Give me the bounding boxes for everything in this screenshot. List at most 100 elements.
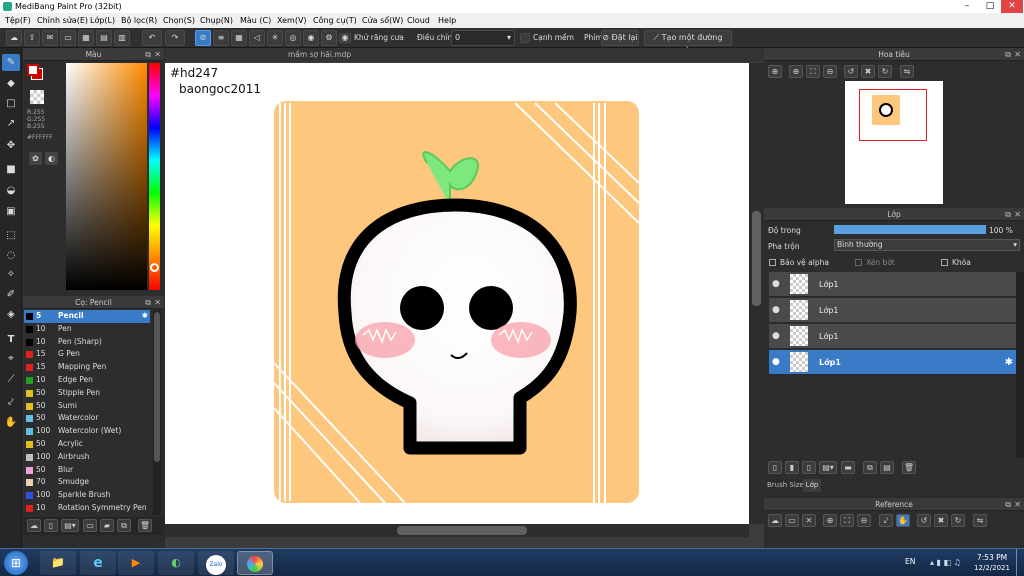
palette-icon[interactable]: ✿ — [29, 152, 42, 165]
panel-close-icon[interactable]: ✕ — [1014, 208, 1021, 221]
menu-edit[interactable]: Chỉnh sửa(E) — [37, 13, 88, 28]
open-folder-icon[interactable]: ▭ — [785, 514, 799, 527]
zoom-out-icon[interactable]: ⊖ — [823, 65, 837, 78]
snap-grid-icon[interactable]: ▦ — [231, 30, 247, 46]
zoom-in-icon[interactable]: ⊕ — [823, 514, 837, 527]
panel-close-icon[interactable]: ✕ — [1014, 498, 1021, 511]
snap-perspective-icon[interactable]: ◁ — [249, 30, 265, 46]
snap-circle-icon[interactable]: ◎ — [285, 30, 301, 46]
tab-layer[interactable]: Lớp — [803, 479, 821, 492]
merge-down-icon[interactable]: ▤ — [880, 461, 894, 474]
hue-slider[interactable] — [149, 63, 160, 290]
close-button[interactable]: ✕ — [1001, 0, 1023, 13]
magic-wand-icon[interactable]: ✧ — [2, 266, 20, 283]
snap-off-icon[interactable]: ⊘ — [195, 30, 211, 46]
tab-brush-size[interactable]: Brush Size — [767, 481, 804, 489]
clock-time[interactable]: 7:53 PM — [975, 553, 1009, 562]
brush-item[interactable]: 10 Pen (Sharp) — [24, 336, 150, 349]
select-dotted-icon[interactable]: ⬚ — [2, 227, 20, 244]
brush-item[interactable]: 100 Sparkle Brush — [24, 489, 150, 502]
export-brush-icon[interactable]: ▰ — [100, 519, 114, 532]
save-icon[interactable]: ▤ — [96, 30, 112, 46]
blend-mode-select[interactable]: Bình thường ▾ — [834, 239, 1020, 251]
color-history-icon[interactable]: ◐ — [45, 152, 58, 165]
brush-item[interactable]: 50 Stipple Pen — [24, 387, 150, 400]
open-icon[interactable]: ▥ — [114, 30, 130, 46]
undo-icon[interactable]: ↶ — [142, 30, 162, 46]
move-tool-icon[interactable]: ✥ — [2, 137, 20, 154]
rotate-left-icon[interactable]: ↺ — [917, 514, 931, 527]
clipping-checkbox[interactable] — [855, 259, 862, 266]
brush-item[interactable]: 50 Blur — [24, 464, 150, 477]
menu-filter[interactable]: Bộ lọc(R) — [121, 13, 157, 28]
media-player-icon[interactable]: ▶ — [118, 551, 154, 575]
new-layer-icon[interactable]: ▯ — [768, 461, 782, 474]
menu-file[interactable]: Tệp(F) — [5, 13, 31, 28]
eye-icon[interactable]: ● — [772, 272, 780, 297]
navigator-preview[interactable] — [845, 81, 943, 204]
zoom-out-icon[interactable]: ⊖ — [857, 514, 871, 527]
zoom-in-icon[interactable]: ⊕ — [789, 65, 803, 78]
layer-scrollbar[interactable] — [1016, 272, 1024, 458]
layer-row[interactable]: ● Lớp1 — [769, 272, 1016, 297]
panel-close-icon[interactable]: ✕ — [154, 48, 161, 61]
undock-icon[interactable]: ⧉ — [1005, 208, 1011, 221]
show-desktop-button[interactable] — [1016, 549, 1024, 576]
eye-icon[interactable]: ● — [772, 324, 780, 349]
brush-item[interactable]: 50 Acrylic — [24, 438, 150, 451]
protect-alpha-checkbox[interactable] — [769, 259, 776, 266]
rect-select-icon[interactable]: □ — [2, 95, 20, 112]
hue-slider-handle[interactable] — [150, 263, 159, 272]
horizontal-scrollbar[interactable] — [165, 524, 749, 537]
pen-tool-icon[interactable]: ✎ — [2, 54, 20, 71]
text-tool-icon[interactable]: T — [2, 331, 20, 348]
maximize-button[interactable]: □ — [979, 0, 1001, 13]
chat-icon[interactable]: ✉ — [42, 30, 58, 46]
menu-help[interactable]: Help — [438, 13, 456, 28]
fill-rect-icon[interactable]: ■ — [2, 161, 20, 178]
scrollbar-thumb[interactable] — [397, 526, 527, 535]
brush-list-scrollbar[interactable] — [153, 310, 161, 515]
snap-curve-icon[interactable]: ◉ — [303, 30, 319, 46]
undock-icon[interactable]: ⧉ — [1005, 498, 1011, 511]
eyedropper-icon[interactable]: ⤦ — [2, 394, 20, 411]
bucket-icon[interactable]: ◒ — [2, 182, 20, 199]
ie-icon[interactable]: e — [80, 551, 116, 575]
vertical-scrollbar[interactable] — [749, 63, 764, 524]
fit-icon[interactable]: ⛶ — [806, 65, 820, 78]
brush-item[interactable]: 10 Rotation Symmetry Pen — [24, 502, 150, 515]
document-tab[interactable]: mầm sợ hãi.mdp — [288, 48, 351, 62]
new-file-icon[interactable]: ▭ — [60, 30, 76, 46]
menu-window[interactable]: Cửa sổ(W) — [362, 13, 403, 28]
panel-close-icon[interactable]: ✕ — [154, 296, 161, 309]
brush-item[interactable]: 50 Watercolor — [24, 412, 150, 425]
straight-line-button[interactable]: ⟋ Tạo một đường thẳng — [644, 30, 732, 56]
layer-row[interactable]: ● Lớp1 — [769, 298, 1016, 323]
lasso-icon[interactable]: ◌ — [2, 247, 20, 264]
language-indicator[interactable]: EN — [905, 557, 915, 566]
antialias-checkbox[interactable]: ◉ — [339, 33, 351, 43]
menu-layer[interactable]: Lớp(L) — [90, 13, 115, 28]
trash-icon[interactable]: 🗑 — [138, 519, 152, 532]
gear-icon[interactable]: ✱ — [1005, 350, 1013, 375]
reset-view-icon[interactable]: ✖ — [861, 65, 875, 78]
saturation-value-picker[interactable] — [66, 63, 147, 290]
divide-tool-icon[interactable]: ⟋ — [2, 371, 20, 388]
undock-icon[interactable]: ⧉ — [145, 48, 151, 61]
panel-close-icon[interactable]: ✕ — [1014, 48, 1021, 61]
rotate-left-icon[interactable]: ↺ — [844, 65, 858, 78]
rotate-right-icon[interactable]: ↻ — [878, 65, 892, 78]
viewport-frame[interactable] — [859, 89, 927, 141]
eye-icon[interactable]: ● — [772, 350, 780, 375]
brush-item[interactable]: 15 Mapping Pen — [24, 361, 150, 374]
eye-icon[interactable]: ● — [772, 298, 780, 323]
brush-item[interactable]: 100 Watercolor (Wet) — [24, 425, 150, 438]
menu-tools[interactable]: Công cụ(T) — [313, 13, 357, 28]
brush-item[interactable]: 100 Airbrush — [24, 451, 150, 464]
brush-item[interactable]: 10 Pen — [24, 323, 150, 336]
layer-row[interactable]: ● Lớp1 ✱ — [769, 350, 1016, 375]
hand-tool-icon[interactable]: ✋ — [2, 414, 20, 431]
lock-checkbox[interactable] — [941, 259, 948, 266]
fit-icon[interactable]: ⛶ — [840, 514, 854, 527]
eyedropper-icon[interactable]: ⤦ — [879, 514, 893, 527]
